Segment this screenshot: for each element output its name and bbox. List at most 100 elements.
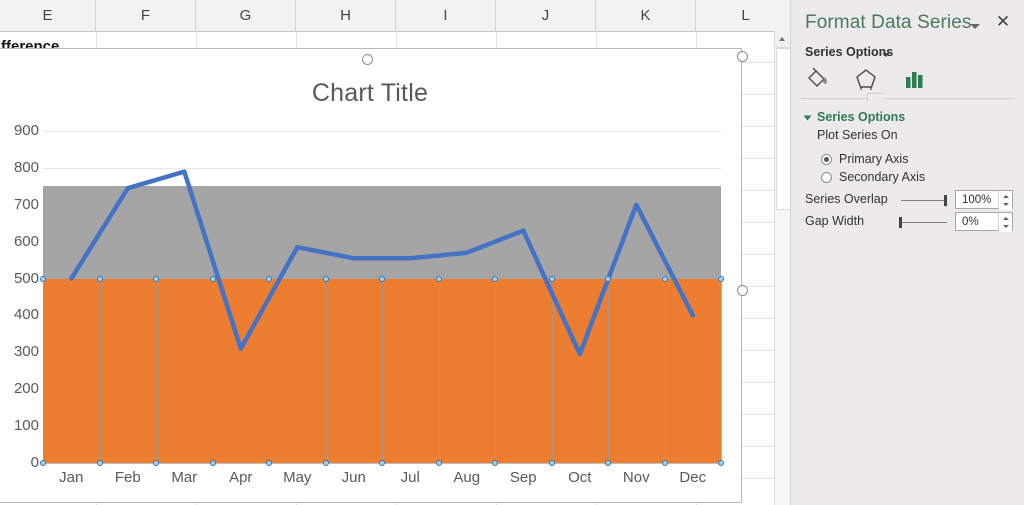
radio-primary-axis-button[interactable] (821, 154, 832, 165)
x-axis-label-apr: Apr (229, 469, 252, 486)
series-selection-handle[interactable] (40, 276, 46, 282)
column-header-i[interactable]: I (396, 0, 496, 31)
series-overlap-stepper[interactable] (998, 191, 1012, 210)
x-axis-label-sep: Sep (510, 469, 537, 486)
plot-series-on-label: Plot Series On (817, 128, 898, 142)
gap-width-slider-knob[interactable] (899, 217, 902, 228)
series-selection-handle[interactable] (605, 276, 611, 282)
series-options-section-title[interactable]: Series Options (817, 110, 905, 124)
chart-resize-handle[interactable] (362, 54, 373, 65)
plot-area[interactable]: 0100200300400500600700800900 (43, 131, 721, 463)
x-axis-label-dec: Dec (679, 469, 706, 486)
format-data-series-pane: Format Data Series ✕ Series Options (790, 0, 1024, 505)
x-axis-label-jul: Jul (401, 469, 420, 486)
series-selection-handle[interactable] (662, 460, 668, 466)
column-header-e[interactable]: E (0, 0, 96, 31)
fill-and-line-icon[interactable] (801, 64, 835, 96)
x-axis-label-aug: Aug (453, 469, 480, 486)
x-axis-labels[interactable]: Jan Feb Mar Apr May Jun Jul Aug Sep Oct Nov Dec (43, 469, 721, 493)
bar-separator (721, 279, 722, 463)
series-selection-handle[interactable] (210, 460, 216, 466)
x-axis-label-nov: Nov (623, 469, 650, 486)
gap-width-slider-track[interactable] (901, 222, 947, 223)
y-axis-tick-label: 800 (0, 159, 39, 176)
pane-icon-tabs[interactable] (801, 64, 1011, 98)
column-header-row[interactable]: EFGHIJKL (0, 0, 790, 32)
series-selection-handle[interactable] (153, 460, 159, 466)
pane-tab-notch (867, 93, 884, 102)
gap-width-row[interactable]: Gap Width 0% (805, 212, 1011, 232)
series-selection-handle[interactable] (436, 276, 442, 282)
x-axis-label-feb: Feb (115, 469, 141, 486)
y-axis-tick-label: 400 (0, 306, 39, 323)
y-axis-tick-label: 300 (0, 343, 39, 360)
y-axis-tick-label: 0 (0, 454, 39, 471)
column-header-l[interactable]: L (696, 0, 790, 31)
series-overlap-slider-knob[interactable] (944, 195, 947, 206)
radio-primary-axis-label: Primary Axis (839, 152, 908, 166)
radio-secondary-axis-label: Secondary Axis (839, 170, 925, 184)
series-options-icon[interactable] (897, 64, 931, 96)
scroll-up-arrow-icon[interactable] (775, 31, 790, 48)
y-axis-tick-label: 500 (0, 270, 39, 287)
series-selection-handle[interactable] (266, 460, 272, 466)
series-selection-handle[interactable] (153, 276, 159, 282)
gap-width-stepper[interactable] (998, 213, 1012, 232)
series-selection-handle[interactable] (266, 276, 272, 282)
chart-object[interactable]: Chart Title 0100200300400500600700800900… (0, 48, 742, 503)
series-overlap-value[interactable]: 100% (955, 190, 1013, 209)
y-axis-tick-label: 700 (0, 196, 39, 213)
spreadsheet-area[interactable]: EFGHIJKL fference Chart Title 0100200300… (0, 0, 790, 505)
caret-down-icon[interactable] (881, 51, 893, 61)
gap-width-value[interactable]: 0% (955, 212, 1013, 231)
close-icon[interactable]: ✕ (994, 13, 1012, 31)
series-selection-handle[interactable] (210, 276, 216, 282)
x-axis-label-may: May (283, 469, 311, 486)
series-selection-handle[interactable] (97, 276, 103, 282)
column-header-j[interactable]: J (496, 0, 596, 31)
series-selection-handle[interactable] (379, 276, 385, 282)
y-axis-tick-label: 600 (0, 233, 39, 250)
series-selection-handle[interactable] (549, 276, 555, 282)
column-header-f[interactable]: F (96, 0, 196, 31)
y-axis-tick-label: 900 (0, 122, 39, 139)
pane-title: Format Data Series (805, 12, 972, 34)
radio-secondary-axis-button[interactable] (821, 172, 832, 183)
x-axis-label-mar: Mar (171, 469, 197, 486)
series-selection-handle[interactable] (323, 276, 329, 282)
column-header-k[interactable]: K (596, 0, 696, 31)
series-selection-handle[interactable] (379, 460, 385, 466)
chart-resize-handle[interactable] (737, 285, 748, 296)
series-selection-handle[interactable] (436, 460, 442, 466)
pane-tab-underline (801, 98, 1013, 99)
series-selection-handle[interactable] (662, 276, 668, 282)
chart-resize-handle[interactable] (737, 51, 748, 62)
y-axis-tick-label: 200 (0, 380, 39, 397)
chart-title[interactable]: Chart Title (0, 79, 741, 108)
vertical-scrollbar[interactable] (774, 31, 790, 505)
column-header-g[interactable]: G (196, 0, 296, 31)
effects-icon[interactable] (849, 64, 883, 96)
series-overlap-slider-track[interactable] (901, 200, 947, 201)
x-axis-label-jun: Jun (342, 469, 366, 486)
series-selection-handle[interactable] (492, 276, 498, 282)
series-selection-handle[interactable] (40, 460, 46, 466)
series-selection-handle[interactable] (605, 460, 611, 466)
series-selection-handle[interactable] (718, 276, 724, 282)
chevron-down-icon[interactable] (967, 18, 983, 34)
x-axis-label-oct: Oct (568, 469, 591, 486)
series-selection-handle[interactable] (97, 460, 103, 466)
series-overlap-label: Series Overlap (805, 192, 888, 206)
series-overlap-row[interactable]: Series Overlap 100% (805, 190, 1011, 210)
line-series-series1[interactable] (43, 131, 721, 463)
scrollbar-thumb[interactable] (776, 48, 790, 210)
column-header-h[interactable]: H (296, 0, 396, 31)
series-selection-handle[interactable] (718, 460, 724, 466)
pane-subtitle[interactable]: Series Options (805, 45, 893, 59)
line-path-series1[interactable] (71, 172, 693, 355)
series-selection-handle[interactable] (549, 460, 555, 466)
x-axis-label-jan: Jan (59, 469, 83, 486)
collapse-triangle-icon[interactable] (804, 116, 812, 121)
series-selection-handle[interactable] (492, 460, 498, 466)
series-selection-handle[interactable] (323, 460, 329, 466)
